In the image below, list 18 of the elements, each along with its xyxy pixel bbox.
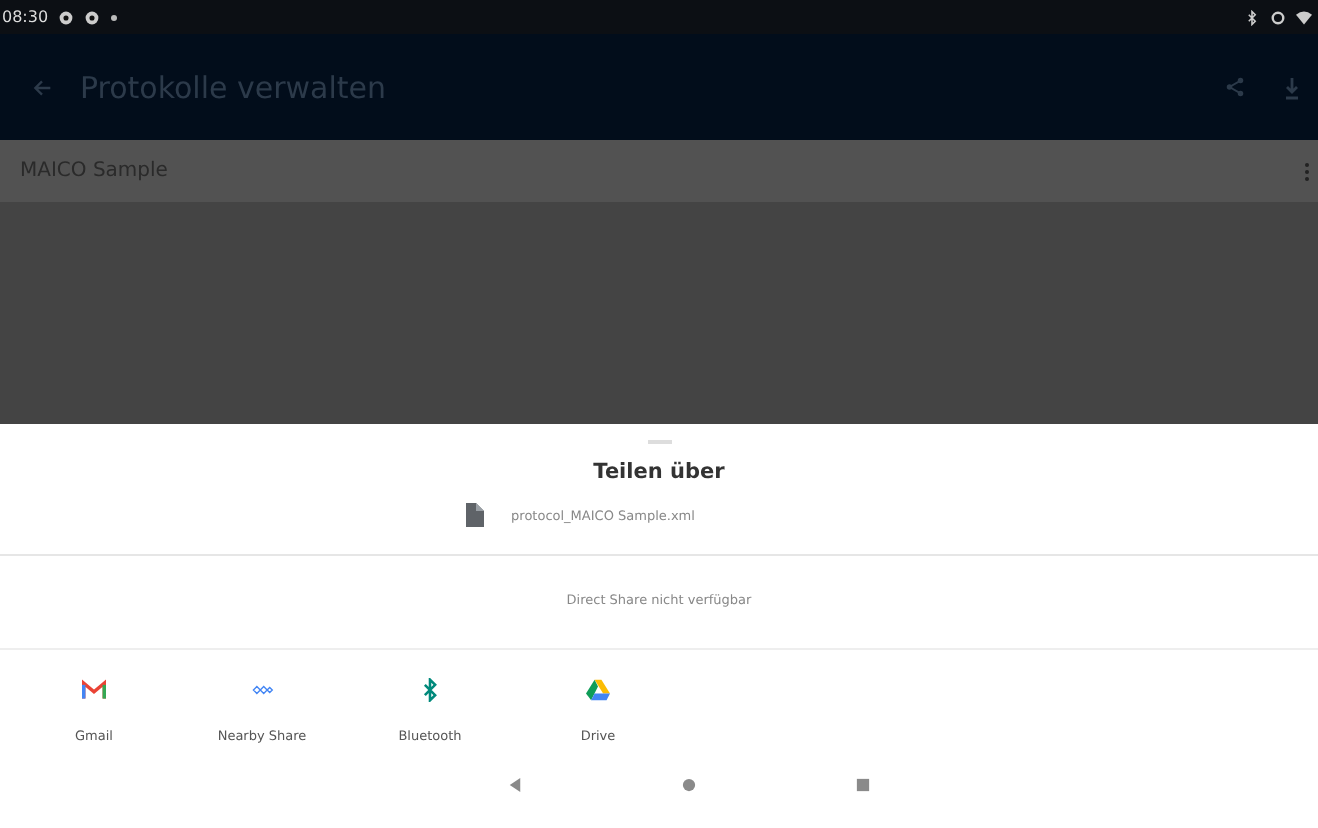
drive-icon bbox=[586, 678, 610, 702]
home-icon[interactable] bbox=[682, 778, 696, 792]
bluetooth-icon bbox=[1244, 9, 1260, 25]
back-arrow-icon[interactable] bbox=[32, 77, 52, 97]
download-icon[interactable] bbox=[1286, 75, 1298, 99]
notification-dot-icon bbox=[110, 13, 119, 21]
file-icon bbox=[463, 502, 484, 528]
drag-handle[interactable] bbox=[647, 440, 671, 444]
status-time: 08:30 bbox=[2, 8, 49, 26]
back-icon[interactable] bbox=[508, 778, 522, 792]
recents-icon[interactable] bbox=[856, 778, 870, 792]
share-sheet-title: Teilen über bbox=[591, 460, 727, 484]
gmail-icon bbox=[82, 678, 106, 702]
circle-icon bbox=[1270, 9, 1286, 25]
more-options-icon[interactable] bbox=[1304, 161, 1310, 181]
share-icon[interactable] bbox=[1224, 76, 1246, 98]
bluetooth-icon bbox=[418, 678, 442, 702]
wifi-icon bbox=[1296, 9, 1312, 25]
